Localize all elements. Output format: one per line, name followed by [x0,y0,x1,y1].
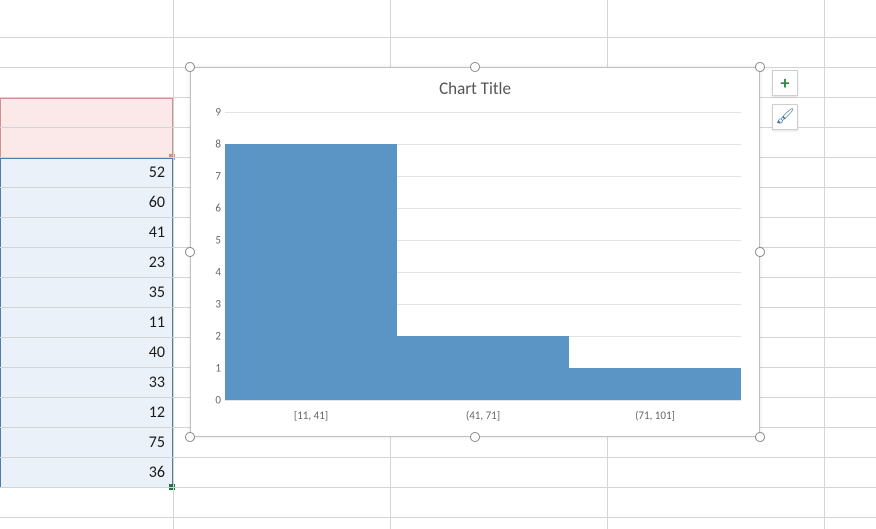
y-tick-label: 1 [203,362,221,375]
resize-handle-ml[interactable] [185,247,195,257]
histogram-bar[interactable] [569,368,741,400]
grid-row[interactable] [0,38,876,68]
gridline [225,112,741,113]
chart-title[interactable]: Chart Title [191,68,759,99]
grid-row[interactable] [0,488,876,518]
y-tick-label: 6 [203,202,221,215]
resize-handle-tc[interactable] [470,62,480,72]
plus-icon: + [781,74,790,92]
y-tick-label: 5 [203,234,221,247]
resize-handle-bl[interactable] [185,432,195,442]
grid-row[interactable] [0,8,876,38]
resize-handle-tr[interactable] [755,62,765,72]
y-tick-label: 0 [203,394,221,407]
histogram-bar[interactable] [225,144,397,400]
grid-column-divider [173,0,174,529]
resize-handle-bc[interactable] [470,432,480,442]
grid-row[interactable] [0,518,876,529]
chart-styles-button[interactable]: 🖌 [772,104,798,130]
resize-handle-tl[interactable] [185,62,195,72]
x-tick-label: (41, 71] [466,409,500,422]
y-tick-label: 2 [203,330,221,343]
x-tick-label: (71, 101] [635,409,675,422]
y-tick-label: 4 [203,266,221,279]
chart-elements-button[interactable]: + [772,70,798,96]
grid-row[interactable] [0,458,876,488]
embedded-chart[interactable]: Chart Title 0123456789[11, 41](41, 71](7… [190,67,760,437]
y-tick-label: 8 [203,138,221,151]
brush-icon: 🖌 [775,110,794,125]
resize-handle-mr[interactable] [755,247,765,257]
y-tick-label: 7 [203,170,221,183]
gridline [225,400,741,401]
y-tick-label: 9 [203,106,221,119]
resize-handle-br[interactable] [755,432,765,442]
grid-column-divider [824,0,825,529]
histogram-bar[interactable] [397,336,569,400]
y-tick-label: 3 [203,298,221,311]
x-tick-label: [11, 41] [294,409,328,422]
plot-area[interactable]: 0123456789[11, 41](41, 71](71, 101] [225,112,741,400]
